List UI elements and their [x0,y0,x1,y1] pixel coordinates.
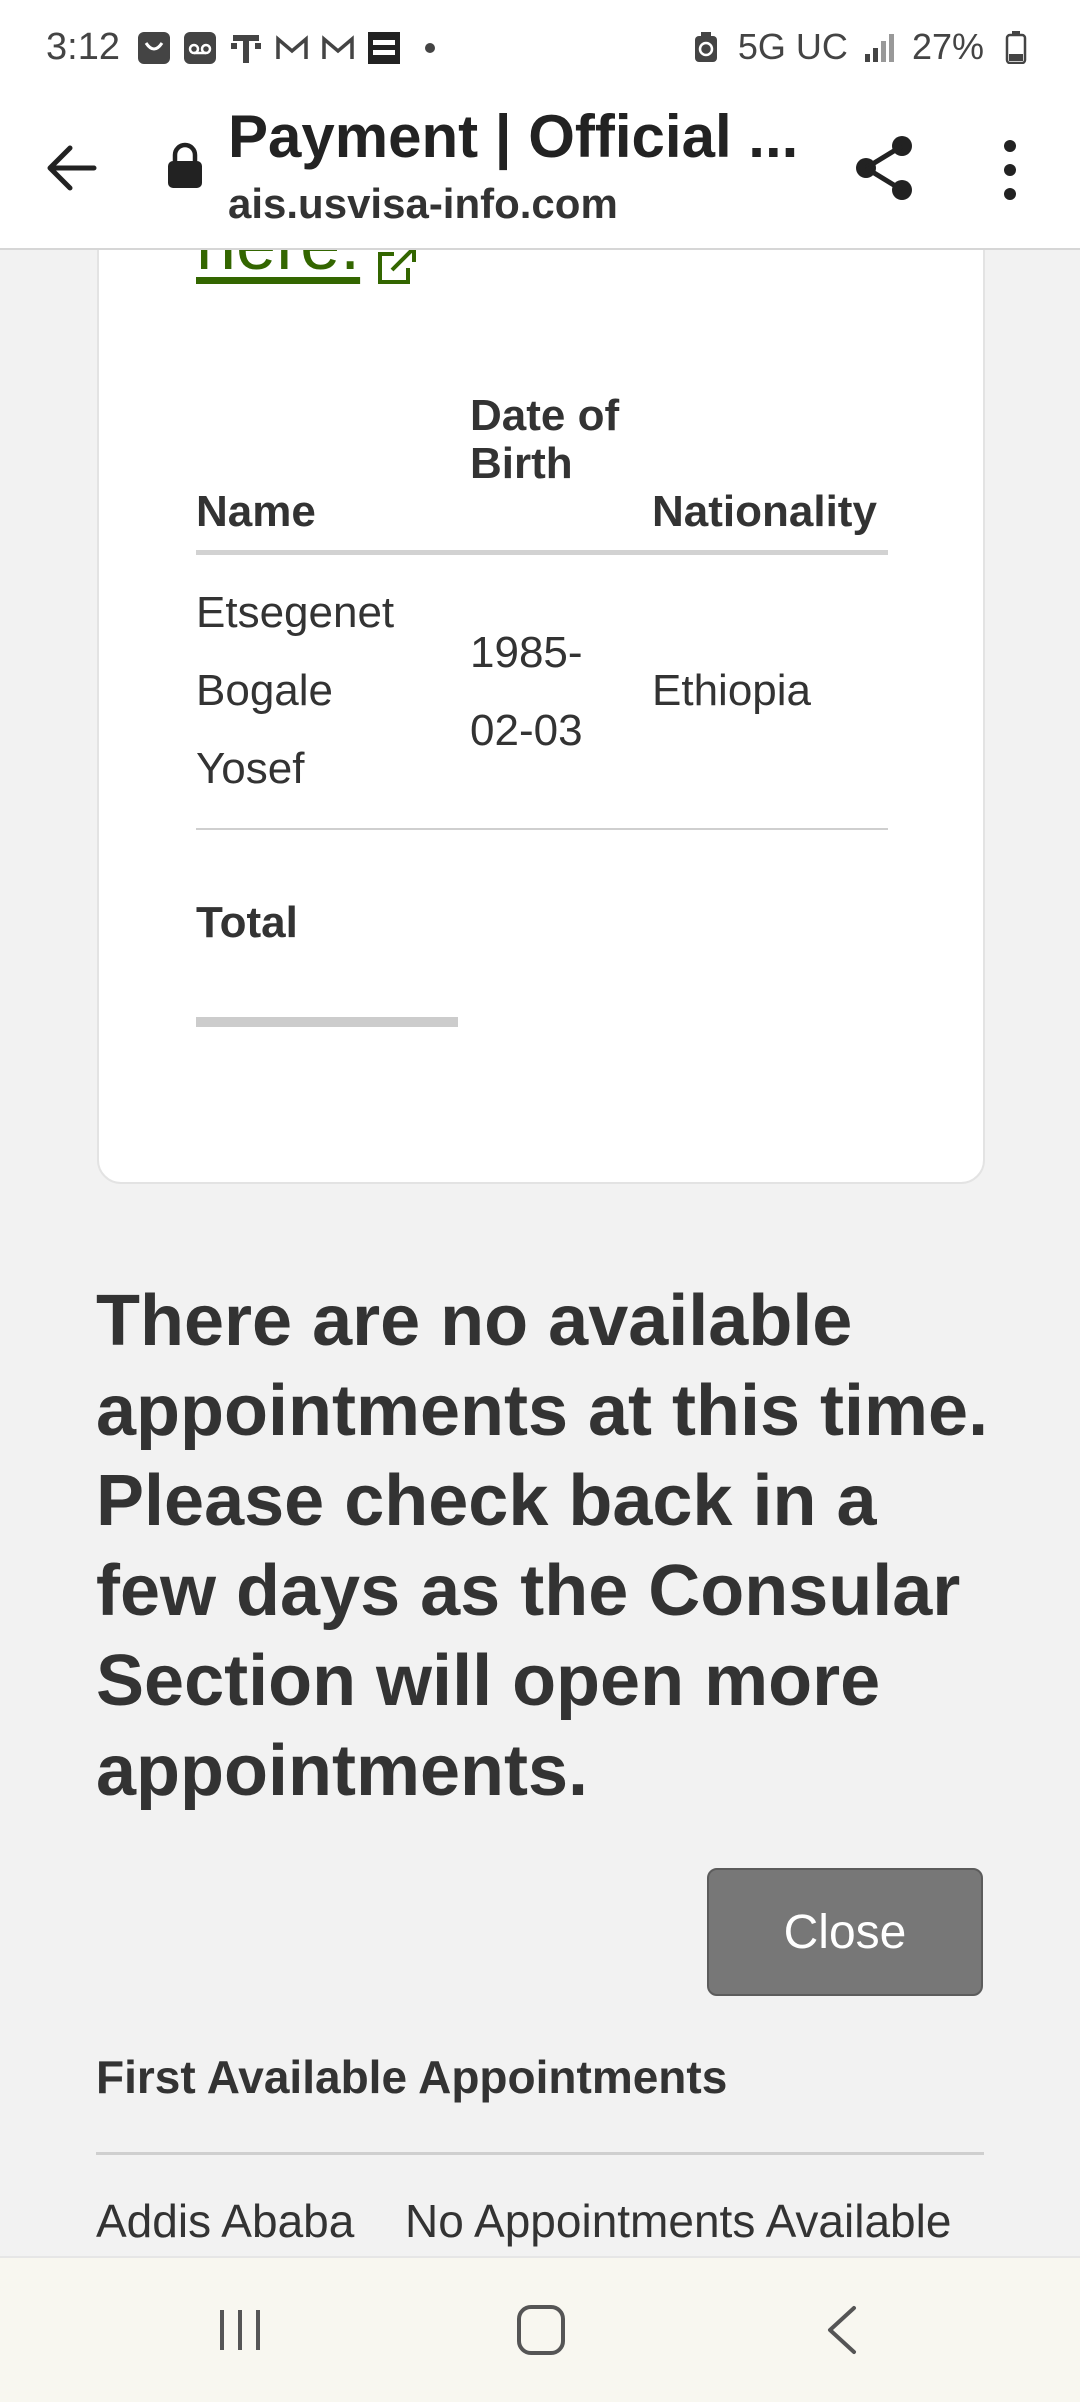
external-link[interactable]: here. [196,250,418,286]
applicant-name: Etsegenet Bogale Yosef [196,588,395,793]
gmail-icon-2 [320,30,356,66]
table-header-divider [196,550,888,555]
home-icon[interactable] [516,2304,566,2356]
gmail-icon [274,30,310,66]
t-mobile-icon [228,30,264,66]
voicemail-icon [182,30,218,66]
close-button[interactable]: Close [707,1868,983,1996]
notification-icons [136,30,448,66]
page-content: here. Name Date of Birth Nationality Ets… [0,250,1080,2254]
applicant-nationality: Ethiopia [652,666,812,715]
data-saver-icon [688,29,724,65]
header-nationality: Nationality [652,487,877,536]
status-right: 5G UC 27% [688,26,1034,68]
recents-icon[interactable] [216,2306,264,2354]
header-date-of-birth: Date of Birth [470,391,620,488]
page-url[interactable]: ais.usvisa-info.com [228,180,618,228]
page-title[interactable]: Payment | Official ... [228,102,798,171]
app-notification-icon [136,30,172,66]
here-link-text[interactable]: here. [196,250,360,286]
browser-toolbar: Payment | Official ... ais.usvisa-info.c… [0,96,1080,250]
overflow-menu-icon[interactable] [996,136,1024,204]
battery-icon [998,29,1034,65]
status-time: 3:12 [46,26,120,68]
appointment-status: No Appointments Available [405,2195,952,2247]
battery-percent: 27% [911,26,984,67]
appointment-city: Addis Ababa [96,2195,355,2247]
lock-icon[interactable] [165,142,205,190]
first-available-heading: First Available Appointments [96,2051,728,2103]
external-link-icon[interactable] [374,250,418,284]
first-available-divider [96,2152,984,2155]
total-label: Total [196,898,298,947]
table-row-divider [196,828,888,830]
signal-icon [862,29,898,65]
header-name: Name [196,487,316,536]
share-icon[interactable] [852,132,916,204]
total-value-placeholder [196,1017,458,1027]
applicant-card: here. Name Date of Birth Nationality Ets… [97,250,985,1184]
system-nav-bar [0,2256,1080,2402]
network-type: 5G UC [737,26,848,67]
more-notifications-dot-icon [412,30,448,66]
applicant-dob: 1985-02-03 [470,628,583,755]
chicme-app-icon [366,30,402,66]
nav-back-icon[interactable] [824,2304,860,2356]
status-bar: 3:12 5G UC 27% [0,0,1080,96]
back-arrow-icon[interactable] [40,136,104,200]
no-appointments-notice: There are no available appointments at t… [96,1281,989,1811]
